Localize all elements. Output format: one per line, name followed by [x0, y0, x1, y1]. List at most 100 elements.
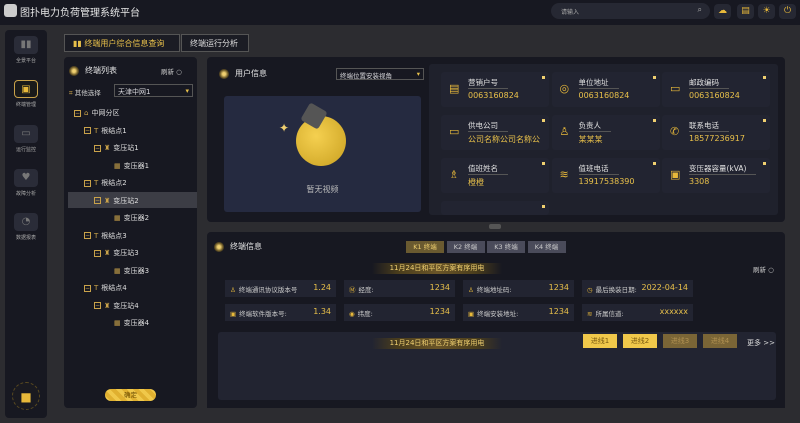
id-card-icon: ▤: [449, 82, 460, 95]
monitor-icon: ▣: [14, 80, 38, 98]
terminal-tab-k4[interactable]: K4 终端: [527, 241, 566, 253]
tree-node-label: 变压器1: [123, 161, 150, 170]
node-icon: T: [94, 179, 99, 187]
terminal-tab-k1[interactable]: K1 终端: [406, 241, 444, 253]
search-icon[interactable]: ⌕: [698, 5, 702, 15]
node-icon: ▦: [114, 161, 121, 170]
tree-node[interactable]: − ⌂ 中网分区: [68, 104, 197, 120]
pie-chart-icon: ◔: [14, 213, 38, 231]
tree-node-label: 变压站2: [113, 196, 139, 205]
sidebar-item-terminal[interactable]: ▣ 终端管理: [5, 80, 47, 108]
collapse-toggle-icon[interactable]: −: [94, 249, 101, 257]
search-input[interactable]: 请输入 ⌕: [551, 3, 710, 19]
card-label: 营销户号: [468, 77, 508, 89]
node-icon: T: [94, 126, 99, 135]
info-card: ✆ 联系电话 18577236917: [662, 115, 770, 150]
tree-node[interactable]: − ♜ 变压站4: [68, 297, 197, 313]
collapse-toggle-icon[interactable]: −: [94, 302, 101, 309]
tree-node[interactable]: − ♜ 变压站1: [68, 139, 197, 155]
card-label: 变压器容量(kVA): [689, 163, 757, 175]
weather-icon[interactable]: ☁: [714, 4, 731, 19]
tree-node[interactable]: − T 根结点4: [68, 279, 197, 295]
tree-node[interactable]: ▦ 变压器2: [68, 209, 197, 225]
tree-node[interactable]: − T 根结点1: [68, 122, 197, 138]
avatar[interactable]: ■: [12, 382, 40, 410]
stat-icon: ◉: [349, 309, 355, 318]
info-card: ▣ 变压器容量(kVA) 3308: [662, 158, 770, 193]
tree-node[interactable]: − ♜ 变压站2: [68, 191, 197, 208]
date-banner: 11月24日和平区方案有序用电: [372, 263, 502, 274]
collapse-toggle-icon[interactable]: −: [84, 284, 91, 292]
collapse-toggle-icon[interactable]: −: [84, 179, 91, 187]
tree-node-label: 变压站1: [113, 144, 139, 152]
confirm-button[interactable]: 确定: [105, 389, 156, 401]
stat-value: 1234: [429, 306, 450, 316]
tree-node-label: 变压器4: [123, 319, 150, 327]
bulb-icon[interactable]: ☀: [758, 4, 775, 19]
tree-node[interactable]: ▦ 变压器3: [68, 262, 197, 278]
filter-label-text: 其他选择: [74, 89, 101, 97]
collapse-toggle-icon[interactable]: −: [94, 144, 101, 152]
view-select-value: 终端位置安装视角: [340, 72, 392, 80]
stat-icon: ▣: [468, 309, 475, 318]
info-card-empty: [441, 201, 549, 215]
tree-node-label: 中网分区: [91, 109, 120, 117]
filter-select[interactable]: 天津中网1 ▾: [114, 84, 193, 97]
dot-icon: [214, 241, 224, 252]
card-value: 0063160824: [578, 91, 630, 100]
sidebar-item-monitor[interactable]: ▭ 运行监控: [5, 125, 47, 153]
power-icon[interactable]: ⏻: [779, 4, 796, 19]
refresh-button[interactable]: 刷新 ○: [161, 66, 182, 76]
tab-user-info[interactable]: ▮▮ 终端用户综合信息查询: [64, 34, 180, 52]
logo-icon: [4, 4, 17, 17]
corner-dot: [763, 76, 766, 79]
collapse-toggle-icon[interactable]: −: [74, 109, 81, 117]
line-tab-2[interactable]: 进线2: [623, 334, 657, 348]
refresh-button[interactable]: 刷新 ○: [753, 264, 774, 274]
view-select[interactable]: 终端位置安装视角 ▾: [336, 68, 424, 80]
sidebar-item-report[interactable]: ◔ 数据报表: [5, 213, 47, 241]
person-icon: ♙: [559, 125, 570, 138]
collapse-toggle-icon[interactable]: −: [84, 232, 91, 239]
stat-label: 纬度:: [357, 309, 373, 318]
collapse-toggle-icon[interactable]: −: [84, 127, 91, 134]
stat-icon: ♙: [468, 286, 474, 294]
tree-node[interactable]: − ♜ 变压站3: [68, 244, 197, 260]
badge-icon: ♗: [449, 168, 459, 181]
info-card: ♙ 负责人 某某某: [551, 115, 660, 150]
tree-node[interactable]: ▦ 变压器1: [68, 157, 197, 173]
company-icon: ▭: [449, 125, 460, 138]
tree-node[interactable]: − T 根结点2: [68, 174, 197, 190]
tree-node-label: 根结点2: [101, 179, 127, 187]
line-tab-4[interactable]: 进线4: [703, 334, 737, 348]
screen-icon: ▭: [14, 125, 38, 143]
stat-item: Ⓜ 经度: 1234: [344, 280, 455, 297]
stat-item: ▣ 终端软件版本号: 1.34: [225, 303, 336, 321]
line-tab-1[interactable]: 进线1: [583, 334, 617, 348]
tree-node-label: 根结点1: [101, 126, 127, 135]
stat-label: 最后换装日期:: [595, 286, 637, 294]
app-title: 图扑电力负荷管理系统平台: [20, 8, 140, 19]
terminal-tab-k2[interactable]: K2 终端: [446, 241, 485, 253]
sidebar-item-panorama[interactable]: ▮▮ 全景平台: [5, 36, 47, 64]
corner-dot: [542, 205, 545, 208]
collapse-toggle-icon[interactable]: −: [94, 197, 101, 204]
card-value: 0063160824: [689, 91, 740, 100]
info-card: ≋ 值班电话 13917538390: [551, 158, 660, 193]
tree-node[interactable]: − T 根结点3: [68, 227, 197, 243]
tab-run-analysis[interactable]: 终端运行分析: [181, 34, 249, 52]
collapse-handle[interactable]: [489, 224, 501, 229]
node-icon: ▦: [114, 319, 121, 327]
more-link[interactable]: 更多 >>: [747, 338, 775, 348]
layers-icon: ≋: [559, 168, 569, 181]
corner-dot: [542, 119, 545, 122]
sidebar-item-fault[interactable]: ♥ 故障分析: [5, 169, 47, 197]
terminal-tab-k3[interactable]: K3 终端: [487, 241, 525, 253]
card-value: 公司名称公司名称公: [468, 135, 540, 144]
node-icon: ⌂: [84, 109, 89, 117]
tree-node[interactable]: ▦ 变压器4: [68, 314, 197, 330]
card-icon[interactable]: ▤: [737, 4, 754, 19]
node-icon: ▦: [114, 266, 121, 275]
line-tab-3[interactable]: 进线3: [663, 334, 697, 348]
info-card: ▭ 供电公司 公司名称公司名称公: [441, 115, 549, 150]
